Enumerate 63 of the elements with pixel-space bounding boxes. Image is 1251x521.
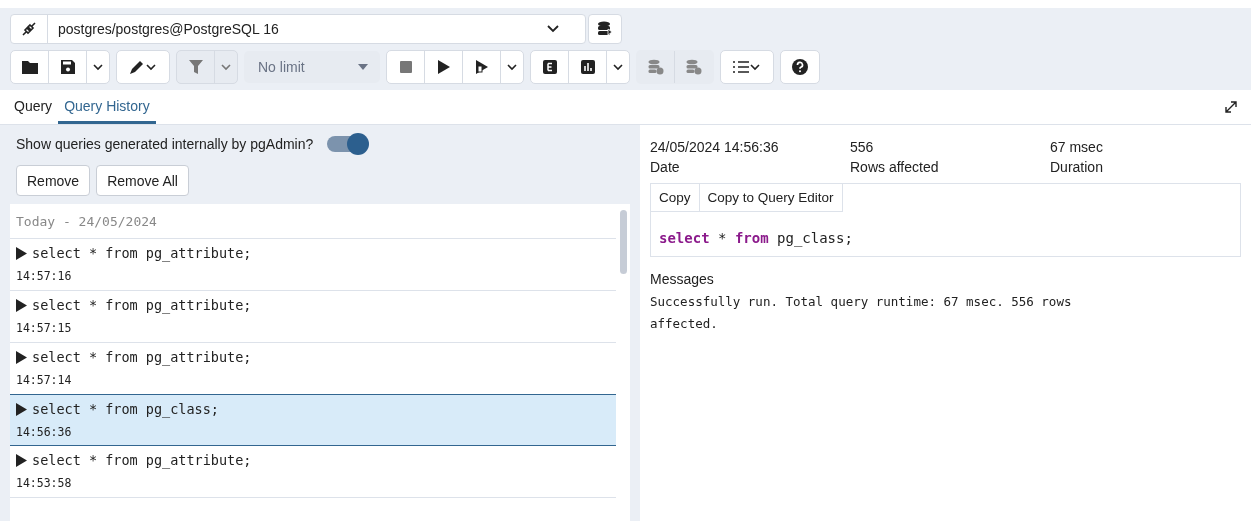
stat-label: Date	[650, 159, 681, 175]
play-icon	[16, 453, 27, 467]
play-icon	[16, 298, 27, 312]
row-limit-dropdown[interactable]: No limit	[244, 51, 380, 83]
database-icon	[597, 21, 613, 37]
database-undo-icon	[686, 59, 702, 75]
stat-value: 24/05/2024 14:56:36	[650, 139, 780, 155]
chevron-down-icon	[547, 25, 559, 33]
history-entry[interactable]: select * from pg_attribute; 14:57:16	[10, 239, 616, 291]
filter-icon	[188, 60, 203, 74]
folder-icon	[21, 60, 38, 74]
group-header: Today - 24/05/2024	[10, 204, 616, 239]
toggle-switch[interactable]	[327, 136, 368, 152]
query-code: select * from pg_class;	[658, 229, 854, 249]
stat-label: Duration	[1050, 159, 1103, 175]
stop-icon	[399, 61, 412, 73]
database-button[interactable]	[588, 14, 622, 44]
chevron-down-icon	[507, 63, 517, 71]
scrollbar-thumb[interactable]	[619, 210, 627, 274]
history-entry[interactable]: select * from pg_class; 14:56:36	[10, 394, 616, 446]
pencil-icon	[129, 59, 157, 75]
query-time: 14:57:16	[16, 269, 73, 283]
query-time: 14:53:58	[16, 476, 73, 490]
chevron-down-icon	[93, 63, 103, 71]
query-text: select * from pg_attribute;	[32, 297, 252, 313]
remove-button[interactable]: Remove All	[96, 165, 189, 196]
history-entry[interactable]: select * from pg_attribute; 14:53:58	[10, 446, 616, 498]
chevron-down-icon	[613, 63, 623, 71]
help-icon	[792, 59, 808, 75]
messages-text: Successfully run. Total query runtime: 67 msec. 556 rows affected.	[650, 293, 1073, 333]
query-time: 14:57:14	[16, 373, 73, 387]
database-check-icon	[647, 59, 664, 75]
caret-down-icon	[358, 64, 368, 70]
bar-chart-icon	[580, 60, 595, 74]
remove-button[interactable]: Remove	[16, 165, 91, 196]
messages-title: Messages	[650, 271, 715, 287]
plug-icon	[20, 20, 38, 38]
stat-value: 67 msec	[1050, 139, 1103, 155]
query-text: select * from pg_attribute;	[32, 349, 252, 365]
history-entry[interactable]: select * from pg_attribute; 14:57:15	[10, 291, 616, 343]
copy-button[interactable]: Copy	[651, 184, 700, 212]
toggle-label: Show queries generated internally by pgAdmin?	[16, 136, 314, 152]
tab[interactable]: Query	[8, 90, 59, 124]
query-time: 14:57:15	[16, 321, 73, 335]
query-text: select * from pg_attribute;	[32, 245, 252, 261]
query-text: select * from pg_attribute;	[32, 452, 252, 468]
stat-value: 556	[850, 139, 875, 155]
query-time: 14:56:36	[16, 425, 73, 439]
play-icon	[16, 350, 27, 364]
save-icon	[60, 60, 75, 74]
play-icon	[437, 60, 450, 74]
play-page-icon	[474, 60, 489, 74]
copy-button[interactable]: Copy to Query Editor	[699, 184, 843, 212]
connection-label: postgres/postgres@PostgreSQL 16	[57, 21, 280, 37]
play-icon	[16, 246, 27, 260]
explain-icon	[542, 60, 557, 74]
connection-selector[interactable]: postgres/postgres@PostgreSQL 16	[10, 14, 586, 44]
play-icon	[16, 402, 27, 416]
stat-label: Rows affected	[850, 159, 940, 175]
list-icon	[733, 60, 761, 74]
expand-icon[interactable]	[1225, 101, 1237, 113]
chevron-down-icon	[221, 63, 231, 71]
query-text: select * from pg_class;	[32, 401, 219, 417]
